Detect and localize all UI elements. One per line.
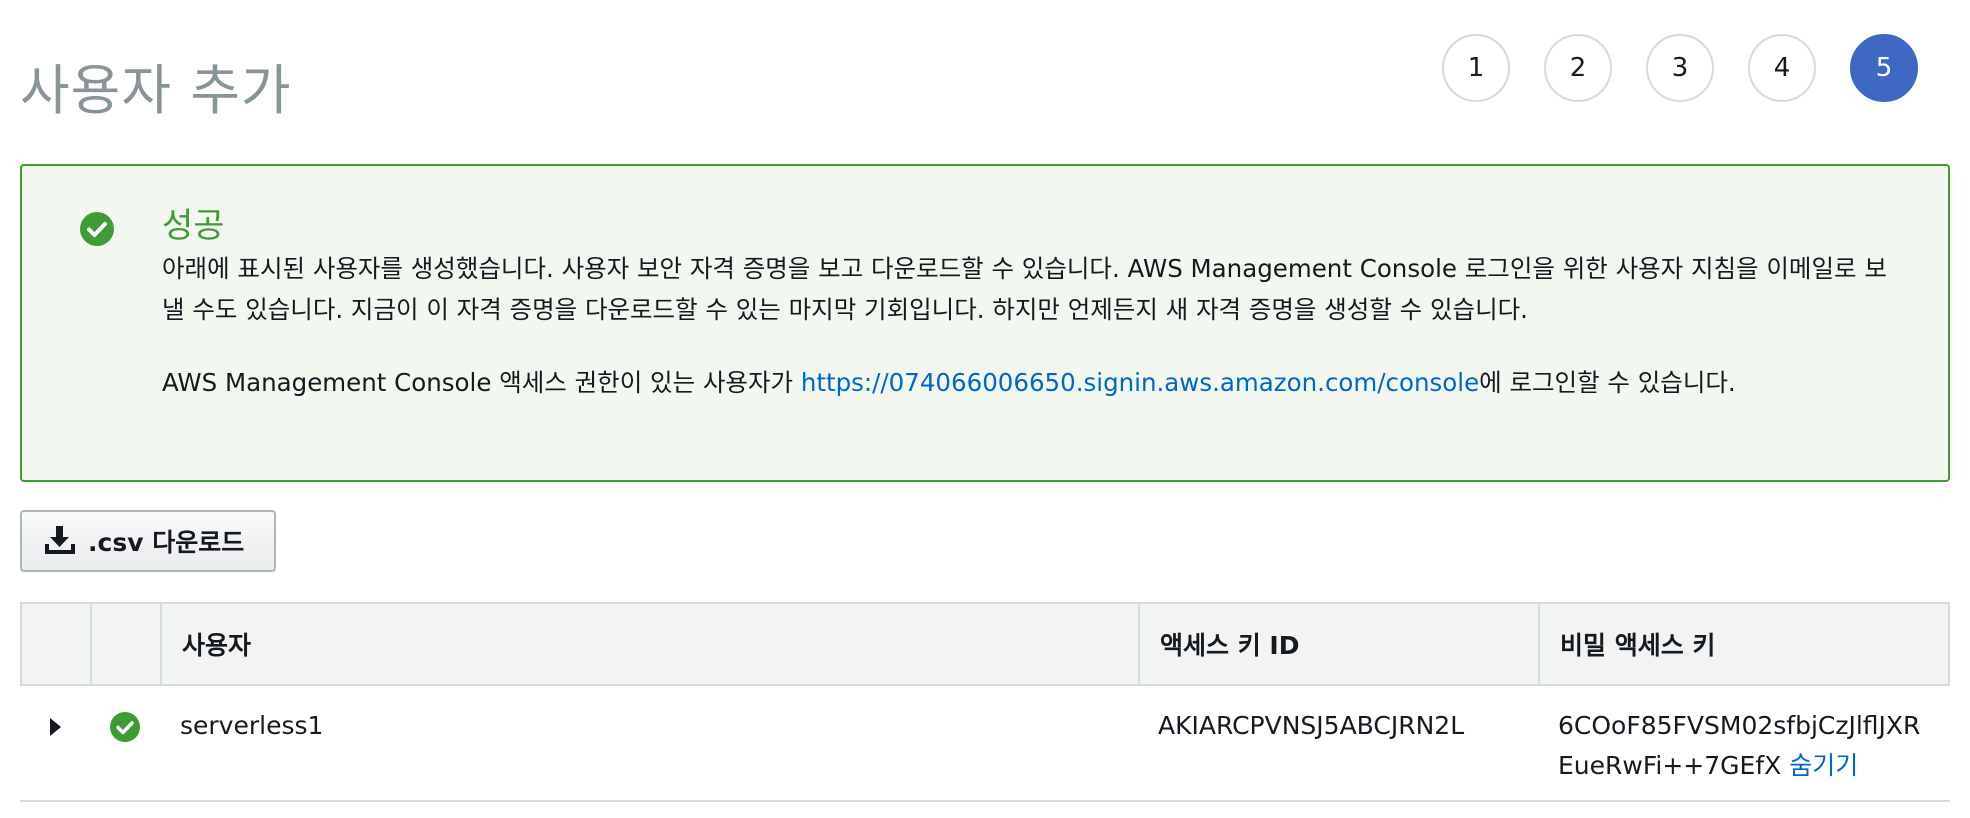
access-key-id-cell: AKIARCPVNSJ5ABCJRN2L	[1158, 711, 1465, 740]
csv-download-label: .csv 다운로드	[88, 528, 245, 557]
success-alert: 성공 아래에 표시된 사용자를 생성했습니다. 사용자 보안 자격 증명을 보고…	[20, 164, 1950, 482]
header-access-key-id: 액세스 키 ID	[1140, 604, 1540, 684]
status-cell	[90, 686, 160, 800]
expand-cell	[20, 686, 90, 800]
wizard-steps: 1 2 3 4 5	[1442, 34, 1918, 102]
caret-right-icon[interactable]	[49, 718, 61, 736]
header-expand-col	[22, 604, 92, 684]
csv-download-button[interactable]: .csv 다운로드	[20, 510, 276, 572]
secret-key-wrap: 6COoF85FVSM02sfbjCzJlflJXREueRwFi++7GEfX…	[1558, 706, 1928, 786]
table-row: serverless1 AKIARCPVNSJ5ABCJRN2L 6COoF85…	[20, 686, 1950, 802]
header-user: 사용자	[162, 604, 1140, 684]
page-title: 사용자 추가	[20, 59, 292, 123]
step-2[interactable]: 2	[1544, 34, 1612, 102]
secret-access-key-value: 6COoF85FVSM02sfbjCzJlflJXREueRwFi++7GEfX	[1558, 711, 1921, 780]
alert-title: 성공	[162, 206, 225, 246]
alert-message: 아래에 표시된 사용자를 생성했습니다. 사용자 보안 자격 증명을 보고 다운…	[162, 254, 1887, 324]
credentials-table: 사용자 액세스 키 ID 비밀 액세스 키 serverless1 AKIARC…	[20, 602, 1950, 802]
user-name-cell: serverless1	[180, 711, 324, 740]
login-suffix: 에 로그인할 수 있습니다.	[1479, 368, 1736, 397]
step-5[interactable]: 5	[1850, 34, 1918, 102]
hide-secret-link[interactable]: 숨기기	[1789, 751, 1858, 780]
check-circle-icon	[80, 212, 114, 246]
secret-access-key-cell: 6COoF85FVSM02sfbjCzJlflJXREueRwFi++7GEfX…	[1538, 686, 1946, 800]
alert-login-text: AWS Management Console 액세스 권한이 있는 사용자가 h…	[162, 362, 1902, 403]
check-circle-icon	[110, 712, 140, 742]
console-login-link[interactable]: https://074066006650.signin.aws.amazon.c…	[801, 368, 1479, 397]
step-3[interactable]: 3	[1646, 34, 1714, 102]
download-icon	[45, 526, 75, 554]
header-secret-access-key: 비밀 액세스 키	[1560, 631, 1716, 660]
step-1[interactable]: 1	[1442, 34, 1510, 102]
header-status-col	[92, 604, 162, 684]
table-header: 사용자 액세스 키 ID 비밀 액세스 키	[20, 602, 1950, 686]
alert-body: 성공 아래에 표시된 사용자를 생성했습니다. 사용자 보안 자격 증명을 보고…	[162, 204, 1902, 403]
login-prefix: AWS Management Console 액세스 권한이 있는 사용자가	[162, 368, 801, 397]
step-4[interactable]: 4	[1748, 34, 1816, 102]
